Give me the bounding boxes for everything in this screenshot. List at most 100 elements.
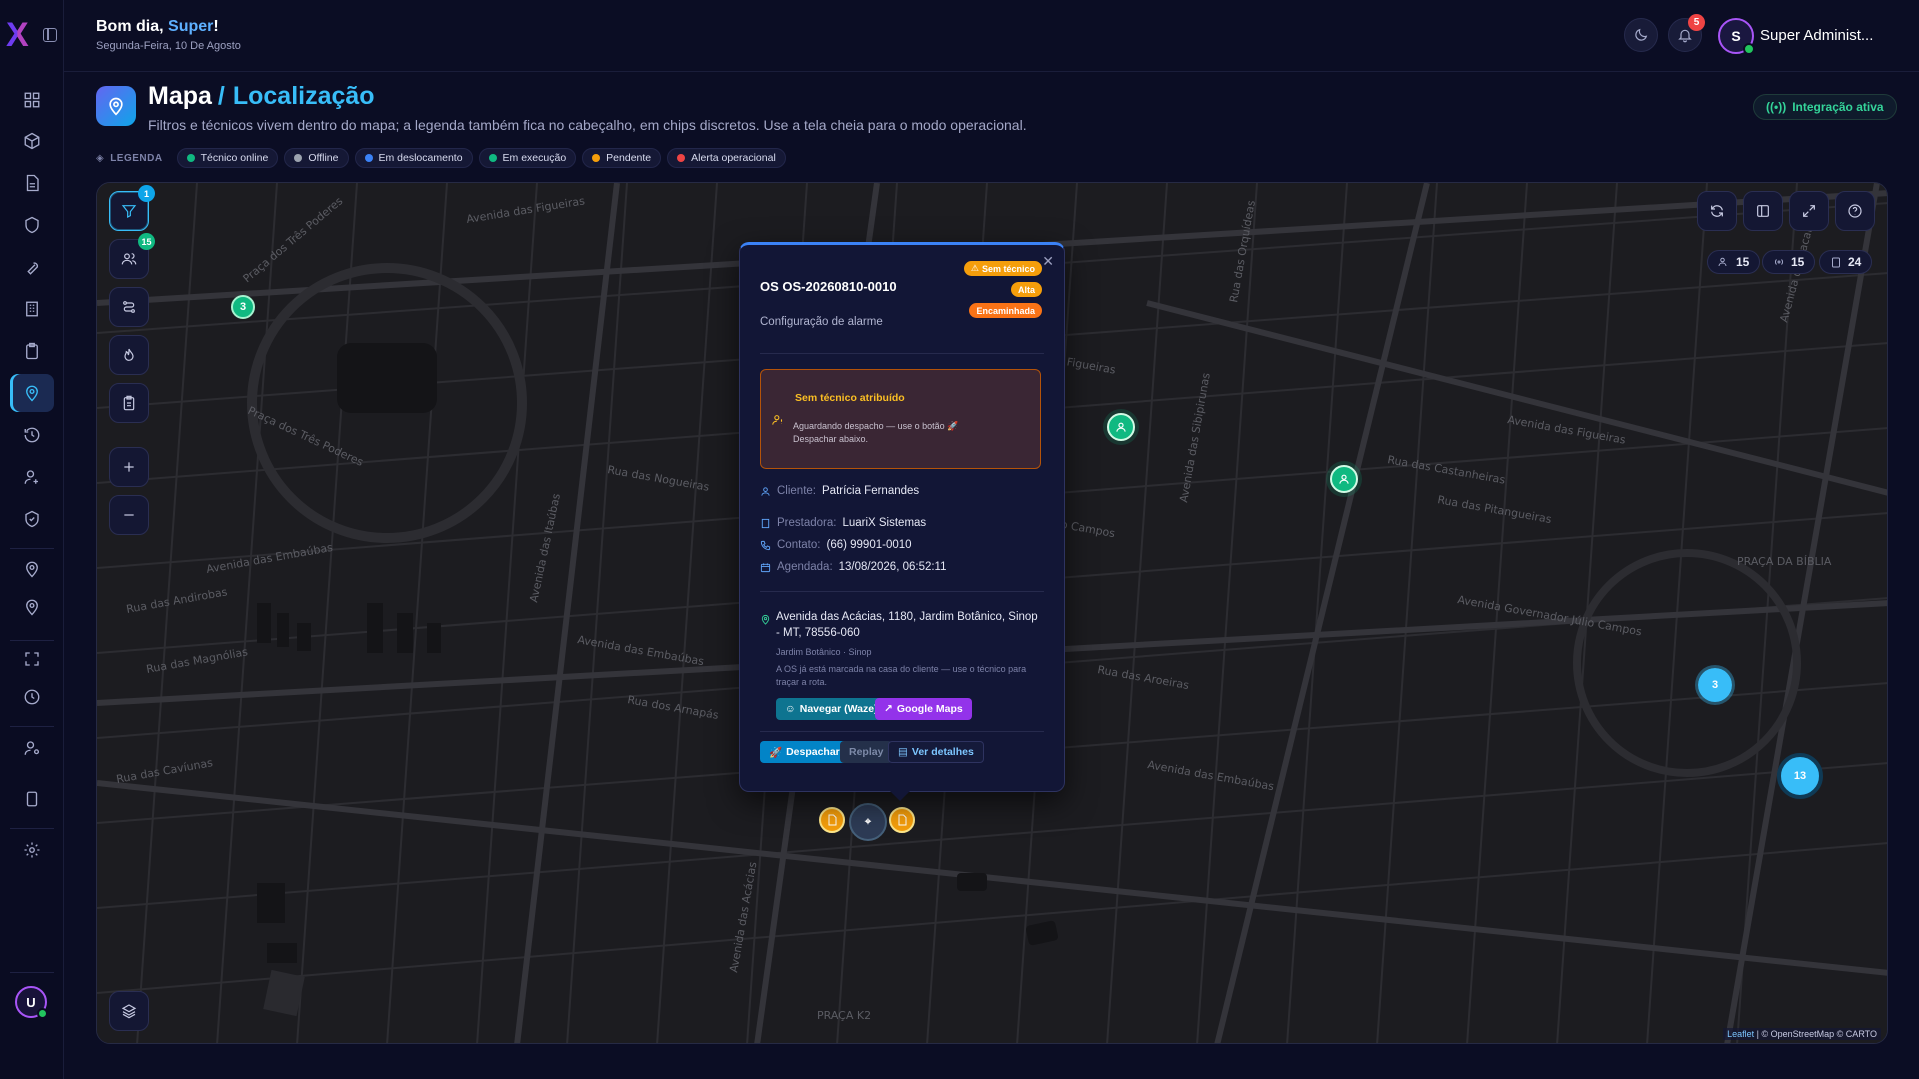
- technician-marker[interactable]: [1107, 413, 1135, 441]
- page-title: Mapa / Localização: [148, 82, 375, 111]
- layers-button[interactable]: [109, 991, 149, 1031]
- order-marker[interactable]: [819, 807, 845, 833]
- sidebar-divider: [10, 726, 54, 727]
- tablet-icon[interactable]: [10, 780, 54, 818]
- help-button[interactable]: [1835, 191, 1875, 231]
- clipboard-icon[interactable]: [10, 332, 54, 370]
- stat-online[interactable]: 15: [1762, 250, 1816, 274]
- routes-button[interactable]: [109, 287, 149, 327]
- flame-icon: [124, 348, 134, 361]
- fullscreen-icon[interactable]: [10, 640, 54, 678]
- legend-chip[interactable]: Alerta operacional: [667, 148, 786, 168]
- layers-icon: ◈: [96, 152, 105, 164]
- details-button[interactable]: ▤ Ver detalhes: [888, 741, 984, 763]
- google-maps-label: Google Maps: [896, 703, 963, 715]
- profile-name[interactable]: Super Administ...: [1760, 27, 1873, 44]
- stat-technicians[interactable]: 15: [1707, 250, 1761, 274]
- sidebar-toggle-icon[interactable]: [43, 28, 57, 42]
- order-popup[interactable]: ✕ OS OS-20260810-0010 Configuração de al…: [739, 242, 1065, 801]
- stat-orders[interactable]: 24: [1819, 250, 1873, 274]
- location-icon[interactable]: [10, 550, 54, 588]
- app-logo[interactable]: XX: [6, 18, 29, 52]
- client-label: Cliente:: [777, 485, 816, 497]
- attribution-text: | © OpenStreetMap © CARTO: [1754, 1029, 1877, 1039]
- details-label: Ver detalhes: [911, 746, 974, 758]
- waze-button[interactable]: ☺ Navegar (Waze): [776, 698, 887, 720]
- shield-icon[interactable]: [10, 206, 54, 244]
- user-icon: [1339, 474, 1349, 484]
- external-link-icon: ↗: [884, 703, 893, 715]
- legend-dot: [364, 154, 373, 162]
- orders-list-button[interactable]: [109, 383, 149, 423]
- page-description: Filtros e técnicos vivem dentro do mapa;…: [148, 117, 1027, 133]
- replay-button[interactable]: Replay: [840, 741, 893, 763]
- page-icon: [96, 86, 136, 126]
- sidebar-user-avatar[interactable]: U: [15, 986, 48, 1019]
- legend-chip[interactable]: Offline: [284, 148, 349, 168]
- minus-icon: [124, 514, 134, 516]
- provider-value: LuariX Sistemas: [842, 517, 927, 529]
- legend-title-text: LEGENDA: [110, 152, 163, 164]
- filter-icon: [121, 205, 137, 218]
- location-alt-icon[interactable]: [10, 588, 54, 626]
- settings-icon[interactable]: [10, 831, 54, 869]
- shield-check-icon[interactable]: [10, 500, 54, 538]
- map-pin-icon[interactable]: [10, 374, 54, 412]
- document-icon: [828, 814, 837, 826]
- priority-badge: Alta: [1010, 282, 1042, 297]
- page-title-sub: Localização: [232, 82, 375, 110]
- fullscreen-button[interactable]: [1789, 191, 1829, 231]
- profile-avatar[interactable]: S: [1718, 18, 1755, 55]
- dashboard-icon[interactable]: [10, 81, 54, 119]
- integration-status-label: Integração ativa: [1792, 100, 1884, 114]
- document-icon[interactable]: [10, 164, 54, 202]
- sidebar-divider: [10, 548, 54, 549]
- history-icon[interactable]: [10, 416, 54, 454]
- legend-chip[interactable]: Técnico online: [176, 148, 279, 168]
- current-date: Segunda-Feira, 10 De Agosto: [96, 40, 241, 52]
- order-marker[interactable]: [889, 807, 915, 833]
- panel-toggle-button[interactable]: [1743, 191, 1783, 231]
- building-icon[interactable]: [10, 290, 54, 328]
- legend-label: Técnico online: [200, 152, 269, 164]
- svg-text:PRAÇA K2: PRAÇA K2: [817, 1009, 871, 1022]
- order-cluster[interactable]: 13: [1777, 753, 1823, 799]
- no-technician-badge: ⚠ Sem técnico: [963, 261, 1042, 276]
- expand-icon: [1803, 205, 1815, 217]
- filter-button[interactable]: 1: [109, 185, 155, 231]
- legend-title: ◈ LEGENDA: [96, 153, 163, 164]
- contact-value[interactable]: (66) 99901-0010: [826, 539, 911, 551]
- integration-status-badge[interactable]: ((•)) Integração ativa: [1753, 94, 1897, 120]
- calendar-icon: [760, 562, 771, 572]
- google-maps-button[interactable]: ↗ Google Maps: [875, 698, 972, 720]
- wrench-icon[interactable]: [10, 248, 54, 286]
- legend-chip[interactable]: Pendente: [582, 148, 662, 168]
- dispatch-label: Despachar: [786, 746, 840, 758]
- notifications-button[interactable]: 5: [1668, 14, 1705, 52]
- user-initial: U: [26, 994, 36, 1010]
- order-route-note: A OS já está marcada na casa do cliente …: [776, 664, 1027, 687]
- theme-toggle-button[interactable]: [1624, 18, 1658, 52]
- technician-cluster[interactable]: 3: [231, 295, 255, 319]
- order-subtitle: Configuração de alarme: [760, 316, 883, 328]
- heatmap-button[interactable]: [109, 335, 149, 375]
- user-settings-icon[interactable]: [10, 729, 54, 767]
- legend-chip[interactable]: Em execução: [478, 148, 577, 168]
- zoom-in-button[interactable]: [109, 447, 149, 487]
- box-icon[interactable]: [10, 122, 54, 160]
- technician-marker[interactable]: [1330, 465, 1358, 493]
- legend-chip[interactable]: Em deslocamento: [354, 148, 473, 168]
- technicians-button[interactable]: 15: [109, 233, 155, 279]
- clock-icon[interactable]: [10, 678, 54, 716]
- dispatch-button[interactable]: 🚀 Despachar: [760, 741, 849, 763]
- status-badge: Encaminhada: [969, 303, 1042, 318]
- top-header: Bom dia, Super! Segunda-Feira, 10 De Ago…: [64, 0, 1919, 72]
- waze-label: Navegar (Waze): [799, 703, 878, 715]
- refresh-button[interactable]: [1697, 191, 1737, 231]
- selected-order-marker[interactable]: ⌖: [849, 803, 887, 841]
- leaflet-link[interactable]: Leaflet: [1727, 1029, 1754, 1039]
- close-icon[interactable]: ✕: [1042, 253, 1054, 270]
- user-cog-icon[interactable]: [10, 458, 54, 496]
- order-cluster[interactable]: 3: [1695, 665, 1735, 705]
- zoom-out-button[interactable]: [109, 495, 149, 535]
